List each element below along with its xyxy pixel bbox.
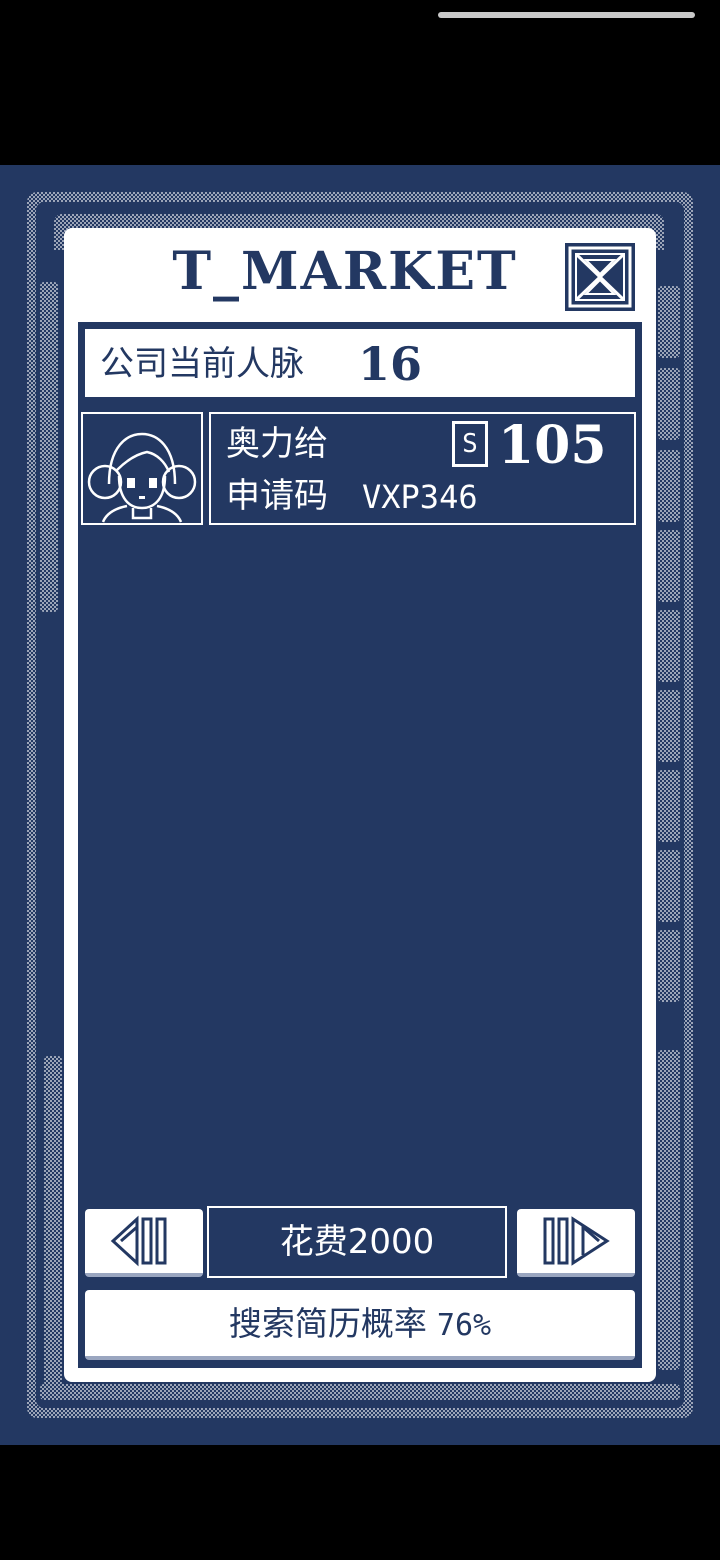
search-rate-label: 搜索简历概率 (228, 1304, 427, 1343)
connections-value: 16 (358, 337, 423, 391)
close-icon (568, 246, 632, 308)
left-side-strip (40, 282, 58, 612)
candidate-price: 105 (498, 415, 607, 476)
right-tab (658, 610, 680, 682)
right-tab (658, 850, 680, 922)
prev-button[interactable] (85, 1209, 203, 1277)
next-button[interactable] (517, 1209, 635, 1277)
search-rate-value: 76% (436, 1308, 492, 1343)
application-code: VXP346 (362, 478, 478, 516)
arrow-left-icon (110, 1215, 167, 1267)
girl-avatar-icon (87, 432, 197, 523)
window-title: T_MARKET (172, 241, 518, 302)
price-icon: S (452, 421, 488, 467)
bottom-strip (40, 1384, 680, 1400)
right-tab (658, 286, 680, 358)
candidate-avatar[interactable] (81, 412, 203, 525)
screen: T_MARKET 公司当前人脉 16 奥力给 申请码 VXP346 S 105 … (0, 0, 720, 1560)
right-tab (658, 690, 680, 762)
close-button[interactable] (565, 243, 635, 311)
right-tab (658, 368, 680, 440)
application-code-label: 申请码 (226, 476, 328, 516)
right-tab (658, 450, 680, 522)
cost-display: 花费2000 (207, 1206, 507, 1278)
search-resume-button[interactable]: 搜索简历概率 76% (85, 1290, 635, 1360)
arrow-right-icon (543, 1216, 610, 1266)
right-tab (658, 930, 680, 1002)
connections-label: 公司当前人脉 (100, 344, 304, 384)
right-tab (658, 770, 680, 842)
left-side-strip-lower (44, 1056, 62, 1386)
candidate-name: 奥力给 (226, 424, 328, 464)
home-indicator (438, 12, 695, 18)
right-tab (658, 530, 680, 602)
right-tab (658, 1050, 680, 1370)
